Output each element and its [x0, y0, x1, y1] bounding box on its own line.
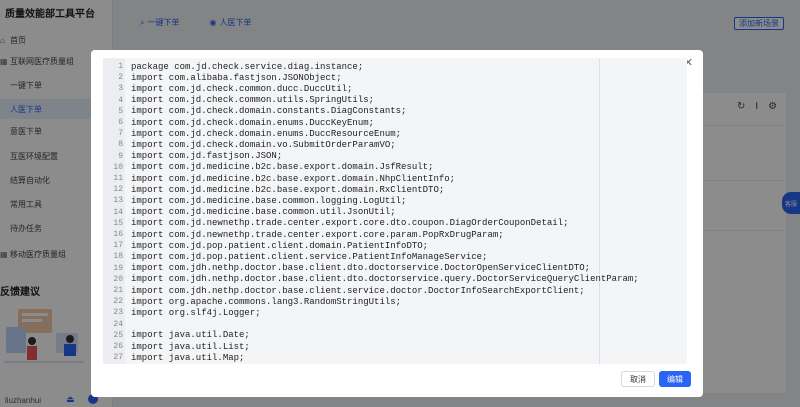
code-line: 7 import com.jd.check.domain.enums.DuccRe… — [103, 128, 401, 139]
line-number: 16 — [113, 230, 123, 240]
code-text: import com.jd.pop.patient.client.domain.… — [131, 240, 429, 251]
code-text: import java.util.Map; — [131, 352, 245, 363]
line-number: 4 — [118, 95, 123, 105]
code-line: 5 import com.jd.check.domain.constants.Di… — [103, 106, 406, 117]
code-line: 17 import com.jd.pop.patient.client.domai… — [103, 240, 428, 251]
line-number: 22 — [113, 297, 123, 307]
code-editor[interactable]: 1 package com.jd.check.service.diag.insta… — [103, 58, 687, 364]
code-line: 6 import com.jd.check.domain.enums.DuccKe… — [103, 117, 374, 128]
code-text: import com.jd.check.common.utils.SpringU… — [131, 95, 375, 106]
line-number: 23 — [113, 308, 123, 318]
code-line: 16 import com.jd.newnethp.trade.center.ex… — [103, 229, 503, 240]
code-text: import com.jd.fastjson.JSON; — [131, 151, 283, 162]
line-number: 21 — [113, 286, 123, 296]
code-line: 11 import com.jd.medicine.b2c.base.export… — [103, 173, 455, 184]
code-line: 26 import java.util.List; — [103, 341, 249, 352]
code-line: 19 import com.jdh.nethp.doctor.base.clien… — [103, 263, 590, 274]
code-text: package com.jd.check.service.diag.instan… — [131, 61, 364, 72]
line-number: 7 — [118, 129, 123, 139]
line-number: 5 — [118, 106, 123, 116]
code-line: 9 import com.jd.fastjson.JSON; — [103, 151, 282, 162]
code-line: 22 import org.apache.commons.lang3.Random… — [103, 296, 401, 307]
code-text: import com.alibaba.fastjson.JSONObject; — [131, 72, 342, 83]
code-line: 13 import com.jd.medicine.base.common.log… — [103, 195, 406, 206]
line-number: 9 — [118, 151, 123, 161]
code-line: 25 import java.util.Date; — [103, 330, 249, 341]
edit-button[interactable]: 编辑 — [659, 371, 691, 387]
code-line: 4 import com.jd.check.common.utils.Spring… — [103, 95, 374, 106]
line-number: 1 — [118, 62, 123, 72]
code-text: import java.util.Date; — [131, 330, 250, 341]
code-text: import java.util.List; — [131, 341, 250, 352]
code-text: import com.jd.check.domain.vo.SubmitOrde… — [131, 139, 396, 150]
line-number: 25 — [113, 330, 123, 340]
code-text: import com.jd.newnethp.trade.center.expo… — [131, 229, 504, 240]
line-number: 14 — [113, 207, 123, 217]
line-number: 18 — [113, 252, 123, 262]
code-line: 21 import com.jdh.nethp.doctor.base.clien… — [103, 285, 584, 296]
code-text: import com.jd.check.domain.constants.Dia… — [131, 106, 407, 117]
line-number: 19 — [113, 263, 123, 273]
line-number: 2 — [118, 73, 123, 83]
line-number: 6 — [118, 118, 123, 128]
code-text: import org.slf4j.Logger; — [131, 307, 261, 318]
line-number: 15 — [113, 218, 123, 228]
code-text: import com.jd.medicine.b2c.base.export.d… — [131, 162, 434, 173]
code-line: 15 import com.jd.newnethp.trade.center.ex… — [103, 218, 568, 229]
line-number: 26 — [113, 342, 123, 352]
cancel-button[interactable]: 取消 — [621, 371, 655, 387]
line-number: 11 — [113, 174, 123, 184]
code-line: 2 import com.alibaba.fastjson.JSONObject; — [103, 72, 341, 83]
code-text: import org.apache.commons.lang3.RandomSt… — [131, 296, 402, 307]
line-number: 10 — [113, 162, 123, 172]
code-text: import com.jd.medicine.base.common.loggi… — [131, 195, 407, 206]
code-text: import com.jdh.nethp.doctor.base.client.… — [131, 263, 591, 274]
code-line: 1 package com.jd.check.service.diag.insta… — [103, 61, 363, 72]
code-line: 10 import com.jd.medicine.b2c.base.export… — [103, 162, 433, 173]
line-number: 17 — [113, 241, 123, 251]
code-line: 18 import com.jd.pop.patient.client.servi… — [103, 251, 487, 262]
line-number: 13 — [113, 196, 123, 206]
code-text: import com.jd.pop.patient.client.service… — [131, 251, 488, 262]
code-line: 12 import com.jd.medicine.b2c.base.export… — [103, 184, 444, 195]
code-line: 24 — [103, 319, 123, 330]
code-text: import com.jd.check.common.ducc.DuccUtil… — [131, 83, 353, 94]
code-line: 23 import org.slf4j.Logger; — [103, 307, 260, 318]
code-line: 3 import com.jd.check.common.ducc.DuccUti… — [103, 83, 352, 94]
line-number: 12 — [113, 185, 123, 195]
code-text: import com.jdh.nethp.doctor.base.client.… — [131, 285, 585, 296]
code-line: 14 import com.jd.medicine.base.common.uti… — [103, 207, 395, 218]
line-number: 8 — [118, 140, 123, 150]
line-number: 27 — [113, 353, 123, 363]
line-number: 20 — [113, 274, 123, 284]
code-text: import com.jd.medicine.b2c.base.export.d… — [131, 173, 456, 184]
print-margin — [599, 58, 600, 364]
code-text: import com.jd.medicine.base.common.util.… — [131, 207, 396, 218]
code-text: import com.jd.medicine.b2c.base.export.d… — [131, 184, 445, 195]
code-text: import com.jd.check.domain.enums.DuccKey… — [131, 117, 375, 128]
line-number: 24 — [113, 319, 123, 329]
code-line: 20 import com.jdh.nethp.doctor.base.clien… — [103, 274, 638, 285]
code-line: 8 import com.jd.check.domain.vo.SubmitOrd… — [103, 139, 395, 150]
code-text: import com.jd.newnethp.trade.center.expo… — [131, 218, 569, 229]
code-modal: ✕ 1 package com.jd.check.service.diag.ins… — [91, 50, 703, 397]
code-text: import com.jdh.nethp.doctor.base.client.… — [131, 274, 639, 285]
line-number: 3 — [118, 84, 123, 94]
code-text: import com.jd.check.domain.enums.DuccRes… — [131, 128, 402, 139]
code-line: 27 import java.util.Map; — [103, 352, 244, 363]
